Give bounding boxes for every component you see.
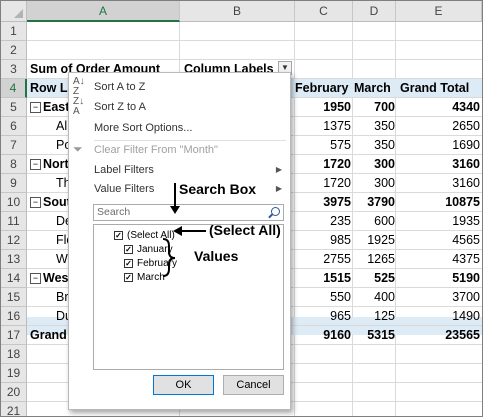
annotation-select-all: (Select All): [209, 222, 281, 238]
annotation-values: Values: [194, 248, 239, 264]
annotation-search-box: Search Box: [179, 181, 257, 197]
spreadsheet-window: A B C D E 1 2 3 4 5 6 7 8 9 10 11 12 13 14 15 16 17 18 19 2…: [0, 0, 483, 417]
annotation-overlay: [162, 183, 206, 277]
